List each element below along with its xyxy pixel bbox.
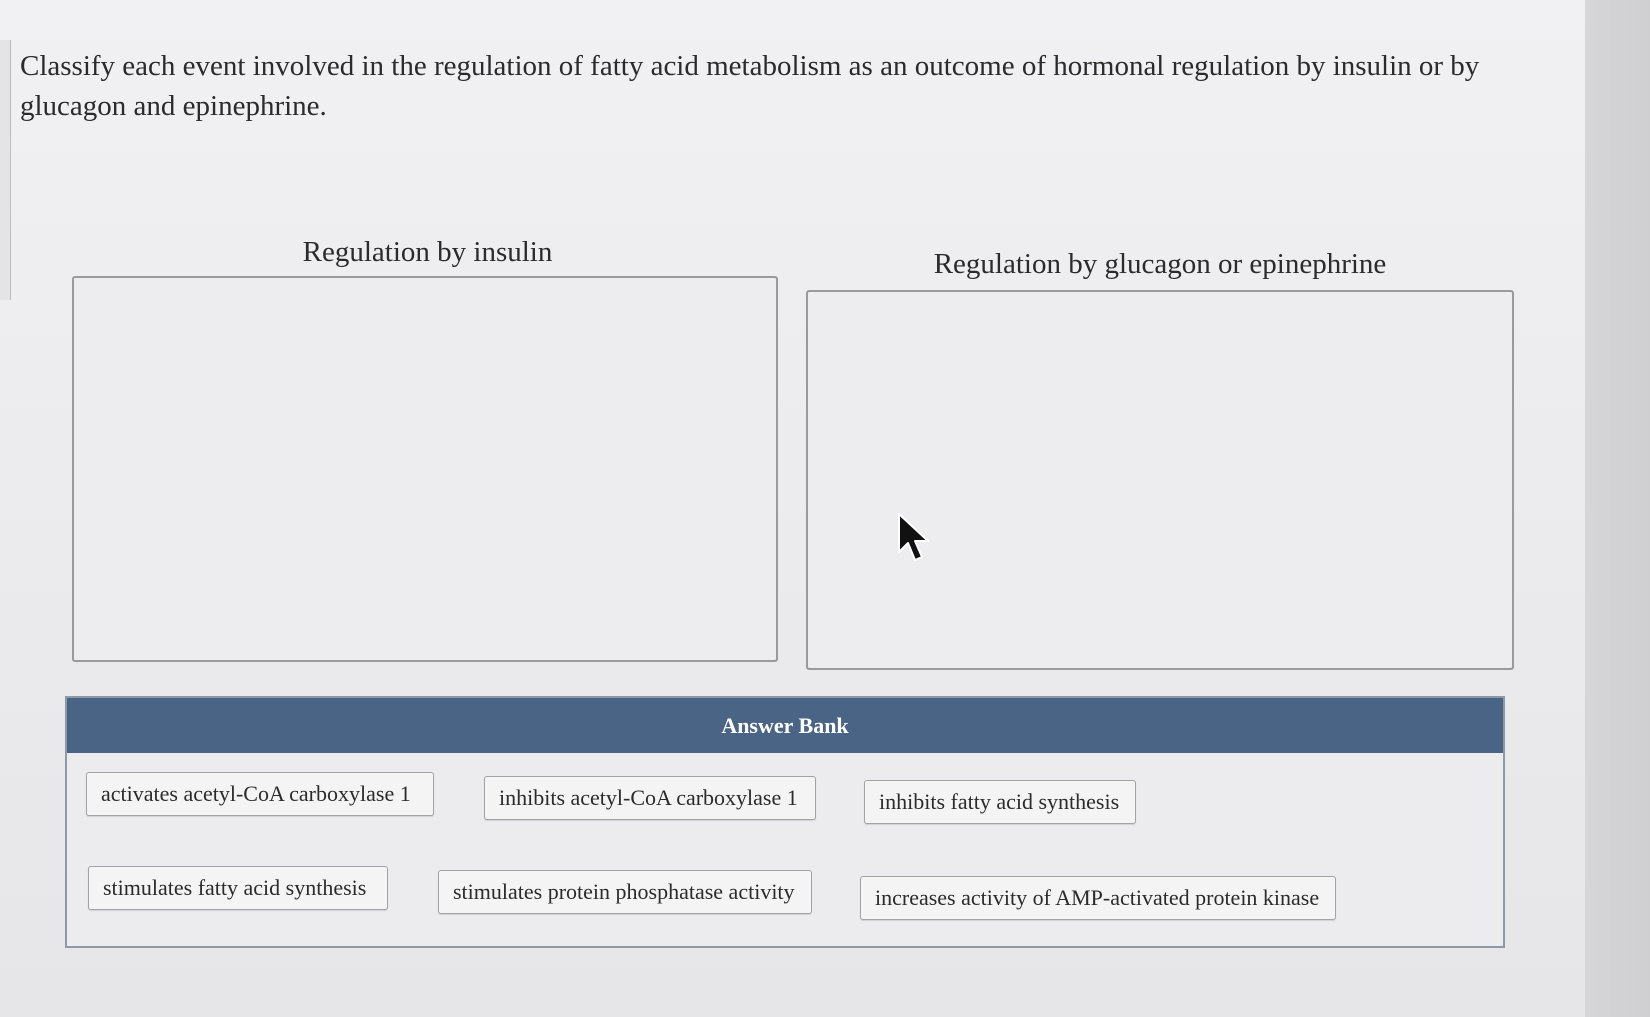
zone-title-glucagon: Regulation by glucagon or epinephrine <box>933 248 1387 280</box>
zone-title-insulin: Regulation by insulin <box>302 236 553 268</box>
answer-bank-header: Answer Bank <box>67 698 1503 753</box>
answer-chip-inhibits-acc1[interactable]: inhibits acetyl-CoA carboxylase 1 <box>484 776 816 820</box>
drop-zone-insulin[interactable] <box>72 276 778 662</box>
answer-chip-stimulates-phosphatase[interactable]: stimulates protein phosphatase activity <box>438 870 812 914</box>
drop-zone-glucagon[interactable] <box>806 290 1514 670</box>
question-prompt: Classify each event involved in the regu… <box>20 50 1480 122</box>
side-strip <box>0 40 11 300</box>
monitor-edge <box>1585 0 1650 1017</box>
answer-chip-increases-ampk[interactable]: increases activity of AMP-activated prot… <box>860 876 1336 920</box>
answer-chip-stimulates-fa-synthesis[interactable]: stimulates fatty acid synthesis <box>88 866 388 910</box>
answer-chip-activates-acc1[interactable]: activates acetyl-CoA carboxylase 1 <box>86 772 434 816</box>
answer-chip-inhibits-fa-synthesis[interactable]: inhibits fatty acid synthesis <box>864 780 1136 824</box>
mouse-cursor-icon <box>898 513 929 561</box>
